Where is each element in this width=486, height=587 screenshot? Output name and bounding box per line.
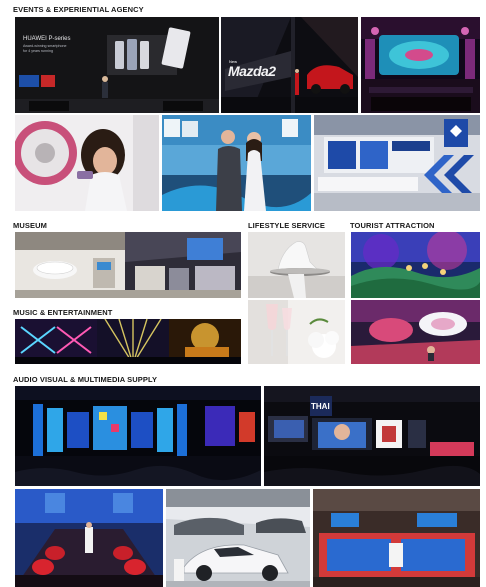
- photo-av-sports-arena: [313, 489, 480, 587]
- section-title-audio-visual: AUDIO VISUAL & MULTIMEDIA SUPPLY: [13, 375, 158, 384]
- thai-sign-text: THAI: [311, 402, 330, 411]
- photo-huawei-launch: HUAWEI P-series Award-winning smartphone…: [15, 17, 219, 113]
- photo-av-car-show: [166, 489, 310, 587]
- section-title-museum: MUSEUM: [13, 221, 47, 230]
- photo-av-led-stage: [15, 386, 261, 486]
- section-title-lifestyle: LIFESTYLE SERVICE: [248, 221, 325, 230]
- huawei-title-text: HUAWEI P-series: [23, 36, 71, 42]
- huawei-subtitle-text-2: for 4 years running: [23, 49, 53, 53]
- section-title-events: EVENTS & EXPERIENTIAL AGENCY: [13, 5, 144, 14]
- photo-av-thai-stage: THAI: [264, 386, 480, 486]
- photo-lifestyle-shoe: [248, 232, 345, 298]
- photo-mazda2-launch: New Mazda2: [221, 17, 358, 113]
- photo-tourist-stage: [351, 232, 480, 298]
- photo-museum-interior: [15, 232, 241, 298]
- photo-tourist-attraction: [351, 300, 480, 364]
- section-title-music: MUSIC & ENTERTAINMENT: [13, 308, 113, 317]
- mazda-logo-text: Mazda2: [228, 63, 276, 79]
- photo-av-fashion-show: [15, 489, 163, 587]
- photo-dyson-model: [15, 115, 159, 211]
- section-title-tourist: TOURIST ATTRACTION: [350, 221, 435, 230]
- photo-music-concert: [15, 319, 241, 364]
- photo-samsung-couple: [162, 115, 311, 211]
- photo-lifestyle-champagne: [248, 300, 345, 364]
- huawei-subtitle-text: Award-winning smartphone: [23, 44, 67, 48]
- photo-exhibition-booth: [314, 115, 480, 211]
- photo-concert-stage: [361, 17, 480, 113]
